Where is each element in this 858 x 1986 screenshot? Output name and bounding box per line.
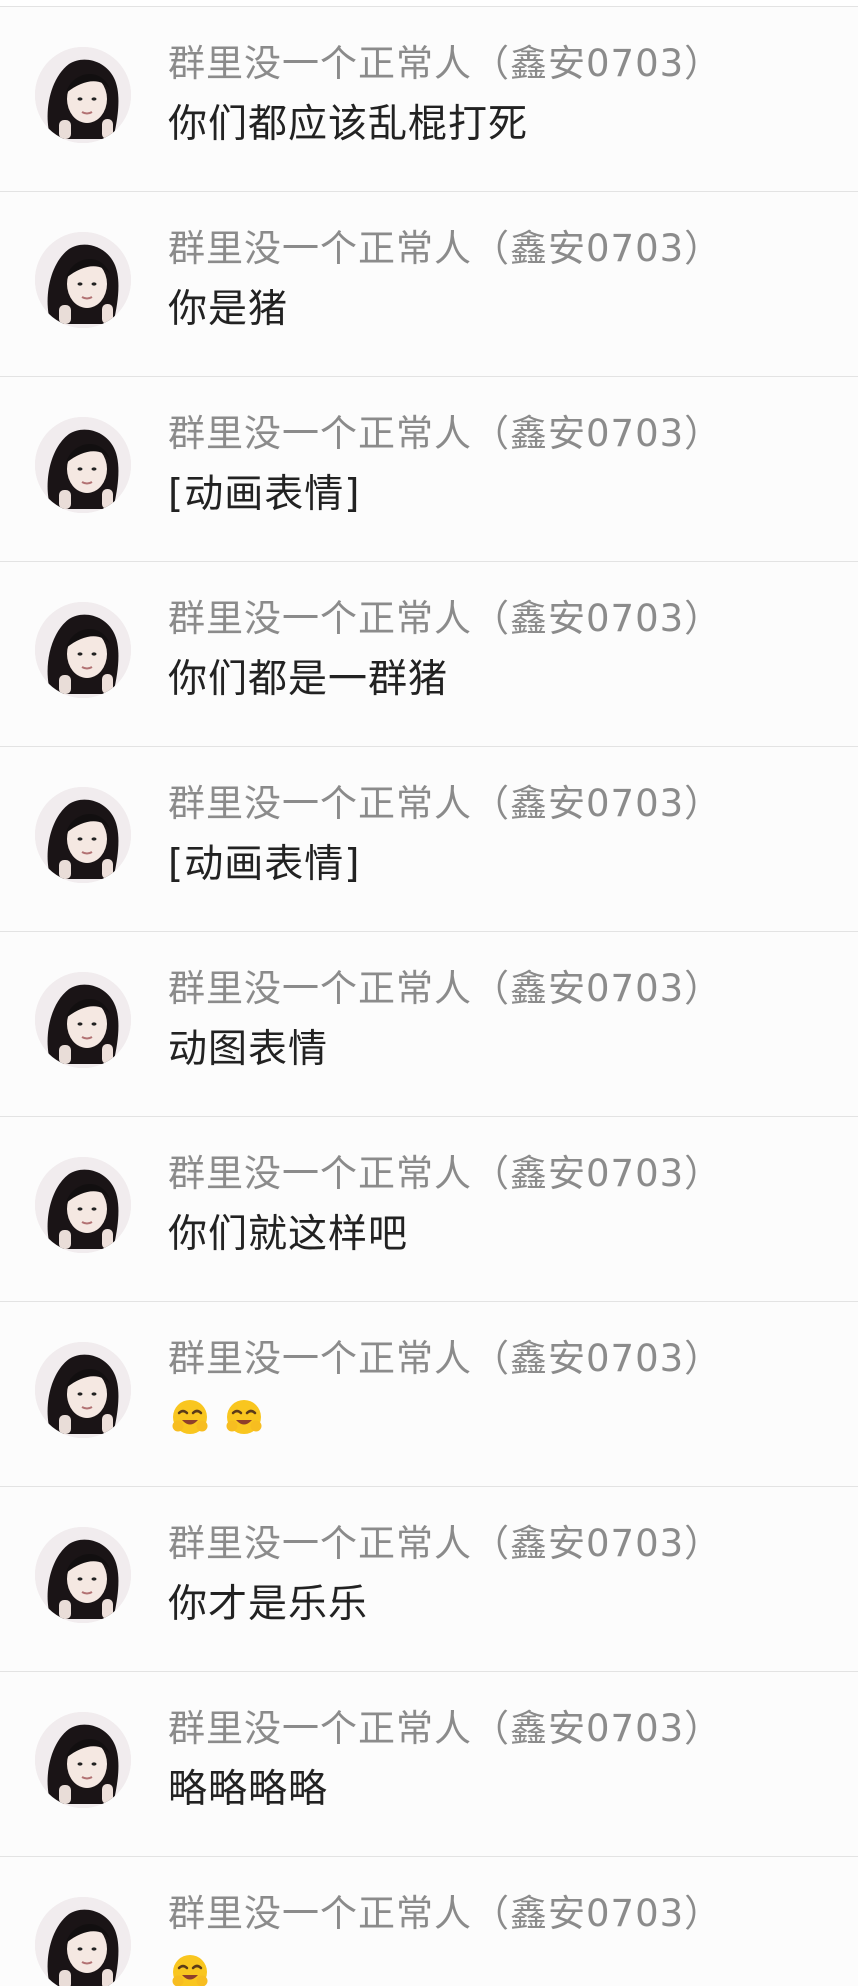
sender-name: 群里没一个正常人（鑫安0703） — [168, 1892, 723, 1935]
chat-message-row-1[interactable]: 群里没一个正常人（鑫安0703） 你们都应该乱棍打死 — [0, 7, 858, 192]
message-text: 动图表情 — [168, 1027, 329, 1072]
sender-name: 群里没一个正常人（鑫安0703） — [168, 967, 723, 1010]
message-text: 你们都是一群猪 — [168, 657, 449, 702]
user-avatar[interactable] — [35, 972, 131, 1068]
user-avatar[interactable] — [35, 417, 131, 513]
hug-emoji-icon — [168, 1951, 212, 1986]
chat-message-row-5[interactable]: 群里没一个正常人（鑫安0703） [动画表情] — [0, 747, 858, 932]
user-avatar[interactable] — [35, 1712, 131, 1808]
chat-message-row-4[interactable]: 群里没一个正常人（鑫安0703） 你们都是一群猪 — [0, 562, 858, 747]
user-avatar[interactable] — [35, 1157, 131, 1253]
message-text: 你们都应该乱棍打死 — [168, 102, 529, 147]
sender-name: 群里没一个正常人（鑫安0703） — [168, 782, 723, 825]
user-avatar[interactable] — [35, 787, 131, 883]
sender-name: 群里没一个正常人（鑫安0703） — [168, 227, 723, 270]
sender-name: 群里没一个正常人（鑫安0703） — [168, 597, 723, 640]
chat-message-row-11[interactable]: 群里没一个正常人（鑫安0703） — [0, 1857, 858, 1986]
message-text: [动画表情] — [168, 842, 361, 887]
message-emoji-content — [168, 1396, 266, 1440]
chat-message-row-6[interactable]: 群里没一个正常人（鑫安0703） 动图表情 — [0, 932, 858, 1117]
chat-message-row-8[interactable]: 群里没一个正常人（鑫安0703） — [0, 1302, 858, 1487]
sender-name: 群里没一个正常人（鑫安0703） — [168, 412, 723, 455]
chat-history-list[interactable]: 群里没一个正常人（鑫安0703） 你们都应该乱棍打死 群里没一个正常人（鑫安07… — [0, 0, 858, 1986]
user-avatar[interactable] — [35, 1527, 131, 1623]
chat-message-row-2[interactable]: 群里没一个正常人（鑫安0703） 你是猪 — [0, 192, 858, 377]
chat-message-row-10[interactable]: 群里没一个正常人（鑫安0703） 略略略略 — [0, 1672, 858, 1857]
hug-emoji-icon — [222, 1396, 266, 1440]
user-avatar[interactable] — [35, 1897, 131, 1986]
top-divider — [0, 0, 858, 7]
message-text: 略略略略 — [168, 1767, 329, 1812]
message-text: 你才是乐乐 — [168, 1582, 369, 1627]
user-avatar[interactable] — [35, 232, 131, 328]
message-emoji-content — [168, 1951, 212, 1986]
user-avatar[interactable] — [35, 47, 131, 143]
chat-message-row-7[interactable]: 群里没一个正常人（鑫安0703） 你们就这样吧 — [0, 1117, 858, 1302]
message-text: [动画表情] — [168, 472, 361, 517]
sender-name: 群里没一个正常人（鑫安0703） — [168, 1522, 723, 1565]
sender-name: 群里没一个正常人（鑫安0703） — [168, 1152, 723, 1195]
chat-message-row-3[interactable]: 群里没一个正常人（鑫安0703） [动画表情] — [0, 377, 858, 562]
sender-name: 群里没一个正常人（鑫安0703） — [168, 1707, 723, 1750]
sender-name: 群里没一个正常人（鑫安0703） — [168, 1337, 723, 1380]
chat-message-row-9[interactable]: 群里没一个正常人（鑫安0703） 你才是乐乐 — [0, 1487, 858, 1672]
user-avatar[interactable] — [35, 602, 131, 698]
user-avatar[interactable] — [35, 1342, 131, 1438]
message-text: 你是猪 — [168, 287, 289, 332]
hug-emoji-icon — [168, 1396, 212, 1440]
sender-name: 群里没一个正常人（鑫安0703） — [168, 42, 723, 85]
message-text: 你们就这样吧 — [168, 1212, 409, 1257]
